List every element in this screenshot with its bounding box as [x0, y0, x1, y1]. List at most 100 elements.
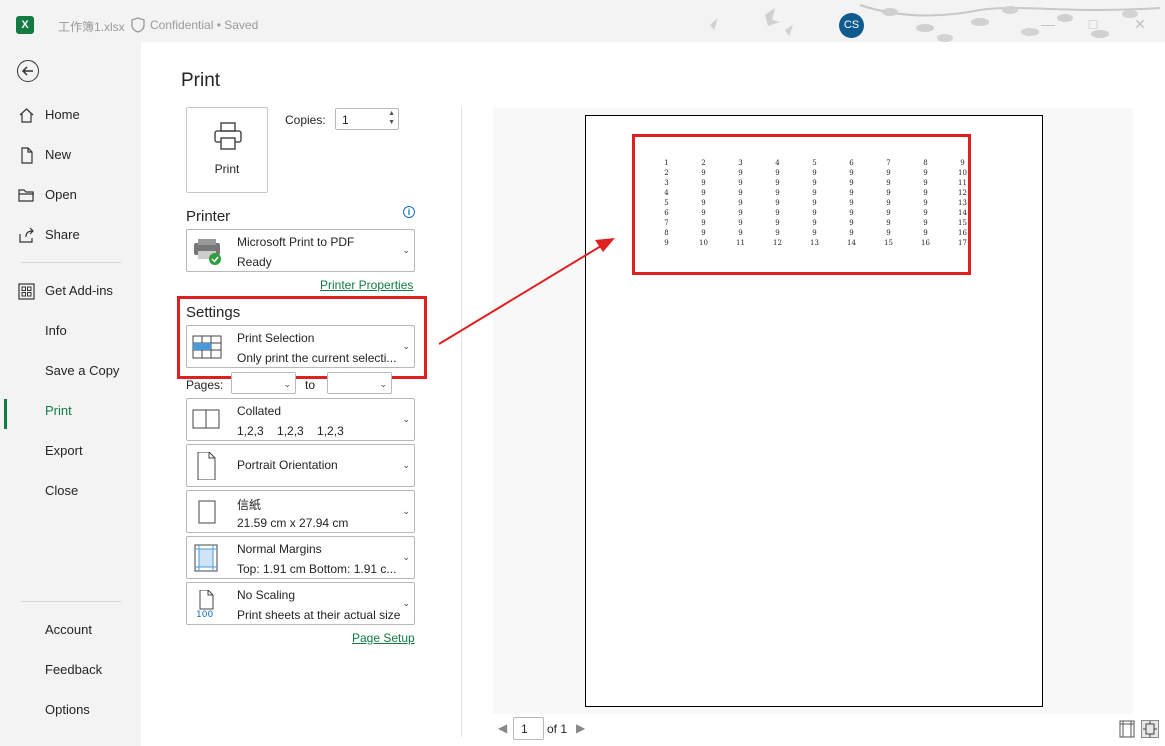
page-title: Print — [181, 70, 221, 91]
scaling-title: No Scaling — [237, 588, 296, 602]
scaling-dropdown[interactable]: 100 No Scaling Print sheets at their act… — [186, 582, 415, 625]
nav-divider — [21, 262, 121, 263]
nav-label: Share — [45, 227, 80, 242]
previous-page-icon[interactable]: ◀ — [498, 721, 507, 735]
zoom-to-page-button[interactable] — [1141, 720, 1159, 738]
nav-label: Print — [45, 403, 72, 418]
close-window-icon[interactable]: ✕ — [1132, 16, 1148, 32]
back-arrow-icon — [21, 66, 33, 76]
nav-label: Save a Copy — [45, 363, 120, 378]
document-title: 工作簿1.xlsx — [58, 20, 125, 34]
paper-size-icon — [198, 500, 216, 524]
copies-stepper[interactable]: 1 ▲ ▼ — [335, 108, 399, 130]
share-icon — [19, 227, 34, 243]
backstage-nav: Home New Open Share Get Add-ins Info Sav… — [0, 50, 141, 746]
chevron-down-icon: ⌄ — [402, 245, 410, 255]
nav-divider — [21, 601, 121, 602]
chevron-down-icon: ⌄ — [402, 598, 410, 608]
nav-item-open[interactable]: Open — [0, 180, 141, 210]
printer-name: Microsoft Print to PDF — [237, 235, 355, 249]
add-ins-icon — [18, 283, 35, 300]
show-margins-button[interactable] — [1118, 720, 1136, 738]
pdf-printer-icon — [194, 239, 221, 265]
paper-size-dropdown[interactable]: 信紙 21.59 cm x 27.94 cm ⌄ — [186, 490, 415, 533]
paper-size-title: 信紙 — [237, 498, 262, 512]
print-button[interactable]: Print — [186, 107, 268, 193]
nav-label: Options — [45, 702, 90, 717]
print-pane: Print Print Copies: 1 ▲ ▼ Printer i Micr… — [141, 42, 1165, 746]
new-file-icon — [21, 147, 33, 164]
scaling-icon-text: 100 — [196, 610, 213, 618]
sensitivity-label[interactable]: Confidential • Saved — [150, 18, 258, 32]
pages-from-input[interactable]: ⌄ — [231, 372, 296, 394]
chevron-down-icon: ⌄ — [283, 379, 291, 389]
nav-label: Export — [45, 443, 83, 458]
chevron-down-icon: ⌄ — [402, 414, 410, 424]
nav-label: Home — [45, 107, 80, 122]
nav-label: Close — [45, 483, 79, 498]
next-page-icon[interactable]: ▶ — [576, 721, 585, 735]
show-margins-icon — [1119, 720, 1135, 738]
margins-title: Normal Margins — [237, 542, 322, 556]
print-button-label: Print — [214, 162, 240, 176]
printer-icon — [214, 122, 242, 150]
nav-item-get-add-ins[interactable]: Get Add-ins — [0, 276, 141, 306]
collated-description: 1,2,3 1,2,3 1,2,3 — [237, 424, 344, 438]
chevron-down-icon: ⌄ — [402, 506, 410, 516]
folder-open-icon — [18, 189, 34, 202]
zoom-to-page-icon — [1143, 721, 1157, 737]
nav-item-export[interactable]: Export — [0, 436, 141, 466]
nav-item-close[interactable]: Close — [0, 476, 141, 506]
maximize-icon[interactable]: □ — [1085, 16, 1101, 32]
printer-dropdown[interactable]: Microsoft Print to PDF Ready ⌄ — [186, 229, 415, 272]
printer-section-label: Printer — [186, 208, 231, 225]
nav-item-print[interactable]: Print — [0, 396, 141, 429]
margins-dropdown[interactable]: Normal Margins Top: 1.91 cm Bottom: 1.91… — [186, 536, 415, 579]
annotation-arrow — [438, 238, 615, 345]
page-setup-link[interactable]: Page Setup — [352, 631, 415, 645]
pages-to-input[interactable]: ⌄ — [327, 372, 392, 394]
orientation-dropdown[interactable]: Portrait Orientation ⌄ — [186, 444, 415, 487]
stepper-up-icon[interactable]: ▲ — [388, 110, 395, 117]
home-icon — [19, 108, 34, 123]
nav-item-feedback[interactable]: Feedback — [0, 655, 141, 685]
copies-label: Copies: — [285, 113, 326, 127]
collated-icon — [192, 409, 220, 429]
nav-item-home[interactable]: Home — [0, 100, 141, 130]
nav-item-options[interactable]: Options — [0, 695, 141, 725]
collation-dropdown[interactable]: Collated 1,2,3 1,2,3 1,2,3 ⌄ — [186, 398, 415, 441]
printer-properties-link[interactable]: Printer Properties — [320, 278, 413, 292]
pages-to-label: to — [305, 378, 316, 392]
back-button[interactable] — [17, 60, 39, 82]
printer-status: Ready — [237, 255, 272, 269]
margins-icon — [194, 544, 218, 572]
pane-divider — [461, 107, 462, 737]
orientation-title: Portrait Orientation — [237, 458, 338, 472]
copies-value: 1 — [342, 113, 349, 127]
info-icon[interactable]: i — [403, 206, 415, 218]
scaling-icon: 100 — [196, 590, 214, 618]
highlight-box-settings — [177, 296, 427, 379]
collated-title: Collated — [237, 404, 282, 418]
paper-size-description: 21.59 cm x 27.94 cm — [237, 516, 349, 530]
nav-item-save-a-copy[interactable]: Save a Copy — [0, 356, 141, 386]
user-avatar[interactable]: CS — [839, 13, 864, 38]
highlight-box-preview — [632, 134, 971, 275]
nav-label: Account — [45, 622, 92, 637]
preview-page-count: of 1 — [547, 722, 568, 736]
minimize-icon[interactable]: — — [1040, 16, 1056, 32]
nav-item-share[interactable]: Share — [0, 220, 141, 250]
nav-item-account[interactable]: Account — [0, 615, 141, 645]
chevron-down-icon: ⌄ — [402, 460, 410, 470]
nav-item-new[interactable]: New — [0, 140, 141, 170]
sensitivity-shield-icon — [131, 17, 145, 33]
nav-label: Info — [45, 323, 67, 338]
portrait-page-icon — [197, 452, 216, 480]
excel-logo-icon: X — [16, 16, 34, 34]
nav-item-info[interactable]: Info — [0, 316, 141, 346]
nav-label: New — [45, 147, 72, 162]
preview-page-input[interactable]: 1 — [513, 717, 544, 740]
chevron-down-icon: ⌄ — [379, 379, 387, 389]
pages-label: Pages: — [186, 378, 224, 392]
stepper-down-icon[interactable]: ▼ — [388, 119, 395, 126]
